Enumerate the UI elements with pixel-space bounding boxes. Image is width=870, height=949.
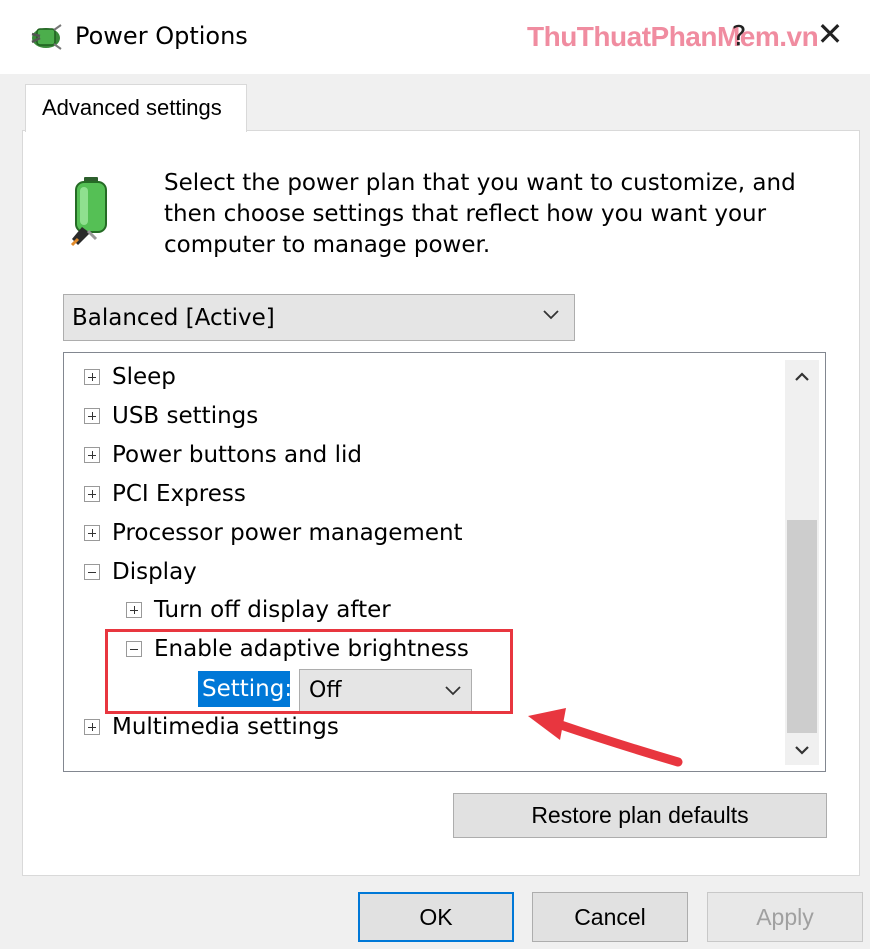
tree-item-display[interactable]: Display — [84, 555, 197, 589]
tree-item-sleep[interactable]: Sleep — [84, 360, 176, 394]
restore-plan-defaults-button[interactable]: Restore plan defaults — [453, 793, 827, 838]
chevron-down-icon[interactable] — [540, 303, 562, 325]
expand-icon[interactable] — [126, 602, 142, 618]
scroll-up-icon[interactable] — [790, 365, 814, 389]
ok-button[interactable]: OK — [358, 892, 514, 942]
tree-item-label: Sleep — [112, 364, 176, 390]
tree-item-pci-express[interactable]: PCI Express — [84, 477, 246, 511]
tree-item-label: Multimedia settings — [112, 714, 339, 740]
scroll-down-icon[interactable] — [790, 738, 814, 762]
expand-icon[interactable] — [84, 486, 100, 502]
tree-item-multimedia[interactable]: Multimedia settings — [84, 710, 339, 744]
apply-button[interactable]: Apply — [707, 892, 863, 942]
expand-icon[interactable] — [84, 369, 100, 385]
expand-icon[interactable] — [84, 525, 100, 541]
annotation-arrow-icon — [528, 708, 683, 767]
close-icon[interactable]: ✕ — [815, 15, 845, 53]
power-options-icon — [31, 24, 62, 50]
tree-item-label: PCI Express — [112, 481, 246, 507]
description-text: Select the power plan that you want to c… — [164, 170, 796, 258]
watermark: ThuThuatPhanMem.vn — [527, 21, 819, 52]
collapse-icon[interactable] — [84, 564, 100, 580]
battery-plug-icon — [70, 177, 107, 247]
scroll-thumb[interactable] — [787, 520, 817, 733]
tree-item-power-buttons[interactable]: Power buttons and lid — [84, 438, 362, 472]
tab-label: Advanced settings — [42, 95, 222, 120]
tree-item-label: Turn off display after — [154, 597, 391, 623]
tree-item-turn-off-display[interactable]: Turn off display after — [126, 593, 391, 627]
tree-item-label: Processor power management — [112, 520, 463, 546]
tree-item-processor-power[interactable]: Processor power management — [84, 516, 463, 550]
tree-item-label: USB settings — [112, 403, 259, 429]
highlight-box — [105, 629, 513, 714]
expand-icon[interactable] — [84, 408, 100, 424]
tree-item-label: Display — [112, 559, 197, 585]
tree-item-label: Power buttons and lid — [112, 442, 362, 468]
window-title: Power Options — [75, 22, 248, 50]
help-icon[interactable]: ? — [724, 19, 754, 52]
tree-item-usb-settings[interactable]: USB settings — [84, 399, 258, 433]
cancel-button[interactable]: Cancel — [532, 892, 688, 942]
expand-icon[interactable] — [84, 719, 100, 735]
expand-icon[interactable] — [84, 447, 100, 463]
power-plan-value: Balanced [Active] — [72, 305, 275, 331]
